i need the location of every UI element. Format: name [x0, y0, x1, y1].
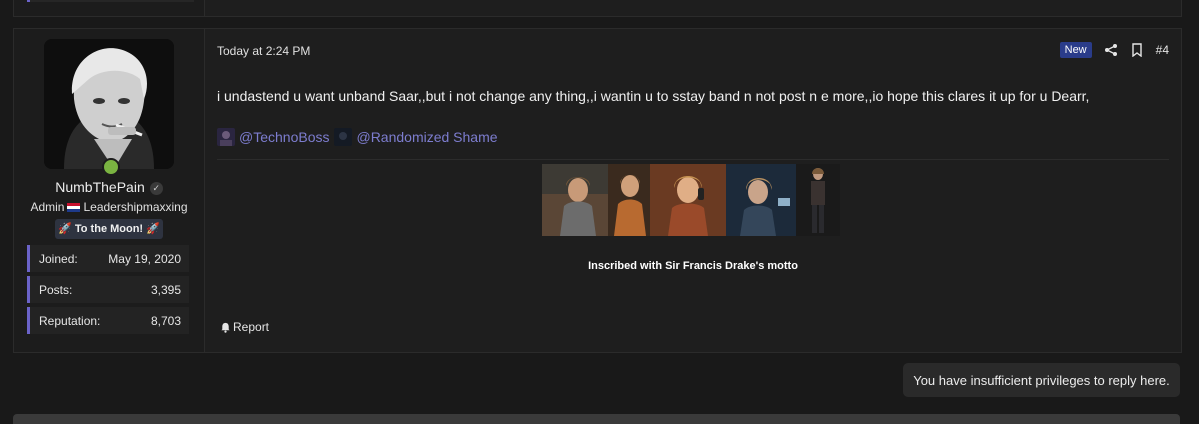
post-tools: New #4	[1059, 42, 1169, 58]
bell-icon	[221, 322, 230, 333]
previous-post	[13, 0, 1182, 17]
avatar[interactable]	[44, 39, 174, 169]
user-banner: 🚀 To the Moon! 🚀	[55, 219, 163, 239]
stat-posts: Posts: 3,395	[27, 276, 189, 303]
mention-avatar	[217, 128, 235, 146]
signature-image	[608, 164, 650, 236]
post-main: Today at 2:24 PM New #4 i undastend u wa…	[205, 29, 1181, 352]
user-group: Leadershipmaxxing	[83, 200, 188, 214]
post-number-link[interactable]: #4	[1156, 43, 1169, 57]
signature-images	[542, 164, 840, 236]
new-badge: New	[1059, 42, 1092, 58]
post-date[interactable]: Today at 2:24 PM	[217, 44, 310, 58]
bookmark-icon[interactable]	[1130, 43, 1144, 58]
mention-avatar	[334, 128, 353, 146]
forum-post: NumbThePain ✓ Admin Leadershipmaxxing 🚀 To…	[13, 28, 1182, 353]
insufficient-privileges-notice: You have insufficient privileges to repl…	[903, 363, 1180, 397]
signature-image	[796, 164, 840, 236]
user-stats: Joined: May 19, 2020 Posts: 3,395 Reputa…	[27, 245, 189, 338]
signature-image	[726, 164, 796, 236]
signature-divider	[217, 159, 1169, 160]
previous-post-stat	[27, 0, 194, 2]
report-link[interactable]: Report	[220, 320, 269, 334]
user-role: Admin	[30, 200, 65, 214]
avatar-image	[44, 39, 174, 169]
stat-label: Joined:	[39, 251, 78, 266]
user-info-column: NumbThePain ✓ Admin Leadershipmaxxing 🚀 To…	[14, 29, 205, 352]
stat-joined: Joined: May 19, 2020	[27, 245, 189, 272]
mention-text: @Randomized Shame	[356, 129, 498, 145]
flag-icon	[67, 203, 81, 213]
stat-value: 8,703	[150, 313, 181, 328]
stat-reputation: Reputation: 8,703	[27, 307, 189, 334]
stat-value: 3,395	[150, 282, 181, 297]
user-title: Admin Leadershipmaxxing	[14, 200, 204, 214]
stat-label: Posts:	[39, 282, 73, 297]
verified-icon: ✓	[149, 181, 163, 195]
mention-link[interactable]: @Randomized Shame	[334, 128, 498, 146]
signature-image	[542, 164, 608, 236]
next-block	[13, 414, 1180, 424]
share-icon[interactable]	[1104, 43, 1118, 57]
stat-label: Reputation:	[39, 313, 101, 328]
online-status-indicator	[102, 158, 120, 176]
signature-image	[650, 164, 726, 236]
signature-caption: Inscribed with Sir Francis Drake's motto	[588, 260, 798, 272]
previous-post-user-column	[14, 0, 205, 16]
username-row: NumbThePain ✓	[14, 179, 204, 195]
post-message: i undastend u want unband Saar,,but i no…	[217, 88, 1090, 104]
stat-value: May 19, 2020	[108, 251, 181, 266]
username[interactable]: NumbThePain	[55, 179, 145, 195]
report-label: Report	[233, 320, 270, 334]
mention-text: @TechnoBoss	[239, 129, 330, 145]
mention-link[interactable]: @TechnoBoss	[217, 128, 329, 146]
post-mentions: @TechnoBoss @Randomized Shame	[217, 128, 503, 146]
